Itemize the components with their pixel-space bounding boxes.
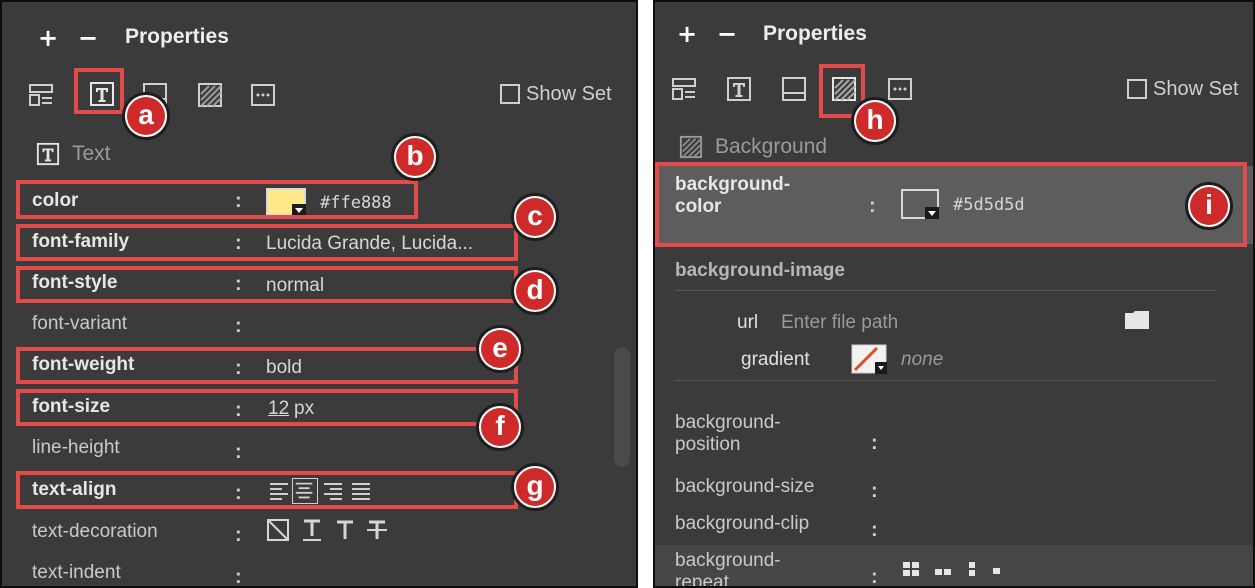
callout-badge-b: b [391, 133, 439, 181]
callout-badge-h: h [851, 97, 899, 145]
prop-label-font-variant: font-variant [32, 313, 128, 334]
url-input[interactable]: Enter file path [781, 312, 898, 334]
strikethrough-icon[interactable] [365, 518, 389, 542]
prop-label-background-clip: background-clip [675, 513, 810, 534]
divider [675, 290, 1217, 291]
panel-title: Properties [763, 22, 867, 45]
section-title: Background [715, 135, 828, 158]
show-set-checkbox[interactable] [500, 84, 520, 104]
callout-box-d [16, 266, 518, 303]
url-label: url [737, 312, 759, 333]
section-background: Background [679, 135, 827, 159]
decoration-none-icon[interactable] [266, 518, 290, 542]
repeat-icons[interactable] [901, 560, 1021, 582]
show-set-label: Show Set [1153, 77, 1239, 100]
section-text: Text [36, 142, 111, 166]
colon: : [871, 480, 878, 502]
background-image-title: background-image [675, 260, 845, 281]
layout-icon[interactable] [671, 76, 697, 102]
prop-label-line-height: line-height [32, 437, 120, 458]
callout-box-c [16, 224, 518, 261]
callout-badge-a: a [122, 92, 170, 140]
callout-box-a [74, 68, 124, 114]
prop-label-background-size: background-size [675, 476, 815, 497]
background-section-icon [679, 135, 703, 159]
panel-header: + − Properties [655, 2, 1253, 77]
prop-label-background-repeat: background- repeat [675, 550, 781, 588]
show-set-checkbox[interactable] [1127, 79, 1147, 99]
scrollbar[interactable] [614, 347, 630, 467]
callout-box-e [16, 347, 518, 384]
gradient-icon[interactable] [851, 344, 887, 374]
colon: : [235, 524, 242, 546]
remove-button[interactable]: − [78, 22, 98, 54]
show-set-label: Show Set [526, 82, 612, 105]
add-button[interactable]: + [38, 22, 58, 54]
section-title: Text [72, 142, 111, 165]
callout-badge-c: c [511, 193, 559, 241]
gradient-label: gradient [741, 349, 810, 370]
show-set-toggle[interactable]: Show Set [500, 81, 612, 107]
callout-box-b [16, 180, 418, 219]
remove-button[interactable]: − [717, 18, 737, 50]
panel-title: Properties [125, 25, 229, 48]
divider [675, 380, 1217, 381]
callout-box-g [16, 471, 518, 509]
row-text-indent: text-indent [32, 554, 121, 586]
callout-badge-i: i [1185, 182, 1233, 230]
overline-icon[interactable] [333, 518, 357, 542]
text-section-icon [36, 142, 60, 166]
more-icon[interactable] [887, 76, 913, 102]
colon: : [871, 432, 878, 454]
callout-badge-g: g [511, 463, 559, 511]
text-icon[interactable] [726, 76, 752, 102]
underline-icon[interactable] [300, 518, 324, 542]
row-line-height: line-height [32, 429, 120, 467]
colon: : [871, 566, 878, 588]
row-text-decoration: text-decoration [32, 513, 158, 551]
panel-header: + − Properties [2, 2, 636, 77]
prop-label-text-decoration: text-decoration [32, 521, 158, 542]
row-font-variant: font-variant [32, 305, 127, 343]
properties-panel-background: + − Properties Show Set Background backg… [653, 0, 1255, 588]
colon: : [235, 566, 242, 588]
add-button[interactable]: + [677, 18, 697, 50]
callout-badge-f: f [476, 403, 524, 451]
more-icon[interactable] [250, 82, 276, 108]
prop-label-text-indent: text-indent [32, 562, 121, 583]
gradient-value[interactable]: none [901, 349, 943, 371]
background-icon[interactable] [197, 82, 223, 108]
callout-badge-d: d [511, 267, 559, 315]
folder-icon[interactable] [1123, 308, 1151, 332]
callout-box-f [16, 389, 518, 426]
colon: : [871, 519, 878, 541]
properties-panel-text: + − Properties Show Set Text color : #ff… [0, 0, 638, 588]
box-icon[interactable] [781, 76, 807, 102]
colon: : [235, 315, 242, 337]
show-set-toggle[interactable]: Show Set [1127, 76, 1239, 102]
prop-label-background-position: background- position [675, 412, 781, 455]
callout-box-i [655, 162, 1247, 247]
callout-badge-e: e [476, 325, 524, 373]
layout-icon[interactable] [28, 82, 54, 108]
colon: : [235, 441, 242, 463]
